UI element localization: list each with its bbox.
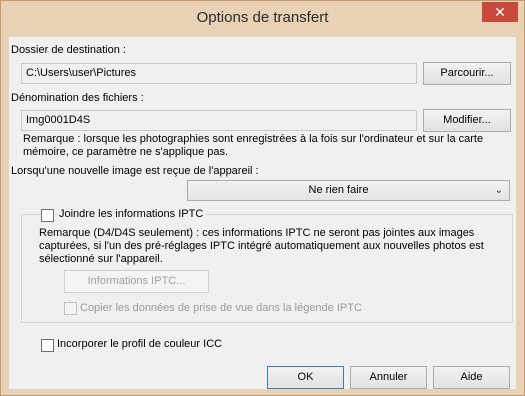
copy-shooting-data-label: Copier les données de prise de vue dans … — [80, 302, 362, 314]
close-button[interactable]: ✕ — [482, 2, 518, 22]
file-name-field[interactable]: Img0001D4S — [21, 110, 417, 131]
icc-profile-label: Incorporer le profil de couleur ICC — [57, 338, 223, 350]
dialog-body: Dossier de destination : C:\Users\user\P… — [9, 37, 516, 389]
new-image-action-value: Ne rien faire — [308, 184, 369, 196]
new-image-label: Lorsqu'une nouvelle image est reçue de l… — [11, 165, 259, 177]
iptc-note-line3: sélectionné sur l'appareil. — [39, 253, 163, 265]
ok-button[interactable]: OK — [267, 366, 344, 389]
iptc-checkbox-label: Joindre les informations IPTC — [57, 208, 206, 220]
destination-label: Dossier de destination : — [11, 44, 126, 56]
naming-label: Dénomination des fichiers : — [11, 92, 144, 104]
help-button[interactable]: Aide — [433, 366, 510, 389]
title-bar: Options de transfert ✕ — [1, 1, 524, 33]
dialog-title: Options de transfert — [196, 9, 329, 26]
iptc-note-line2: capturées, si l'un des pré-réglages IPTC… — [39, 240, 484, 252]
iptc-info-button[interactable]: Informations IPTC... — [64, 270, 209, 293]
naming-note-line1: Remarque : lorsque les photographies son… — [23, 133, 484, 145]
close-icon: ✕ — [494, 4, 506, 20]
iptc-checkbox[interactable] — [41, 209, 54, 222]
chevron-down-icon: ⌄ — [494, 185, 503, 196]
browse-button[interactable]: Parcourir... — [423, 62, 511, 85]
destination-path-field[interactable]: C:\Users\user\Pictures — [21, 63, 417, 84]
icc-profile-checkbox[interactable] — [41, 339, 54, 352]
copy-shooting-data-checkbox[interactable] — [64, 302, 77, 315]
transfer-options-dialog: Options de transfert ✕ Dossier de destin… — [0, 0, 525, 396]
naming-note-line2: mémoire, ce paramètre ne s'applique pas. — [23, 146, 229, 158]
new-image-action-select[interactable]: Ne rien faire ⌄ — [187, 180, 510, 201]
cancel-button[interactable]: Annuler — [350, 366, 427, 389]
iptc-note-line1: Remarque (D4/D4S seulement) : ces inform… — [39, 227, 475, 239]
modify-button[interactable]: Modifier... — [423, 109, 511, 132]
